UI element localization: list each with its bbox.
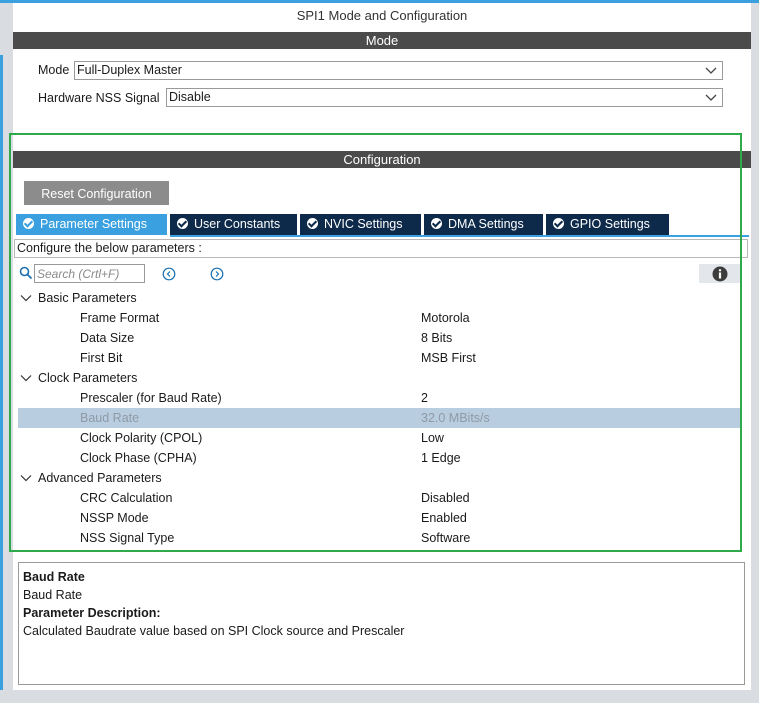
window-title: SPI1 Mode and Configuration xyxy=(296,8,468,23)
left-panel-accent xyxy=(0,55,3,690)
parameter-description-panel: Baud Rate Baud Rate Parameter Descriptio… xyxy=(18,562,745,685)
chevron-down-icon xyxy=(705,94,717,101)
mode-select-value: Full-Duplex Master xyxy=(77,63,182,77)
hardware-nss-label: Hardware NSS Signal xyxy=(38,91,160,105)
hardware-nss-select[interactable]: Disable xyxy=(166,88,723,107)
description-title: Baud Rate xyxy=(23,570,85,584)
right-panel-edge xyxy=(751,3,759,703)
top-accent-line xyxy=(0,0,759,3)
description-param-name: Baud Rate xyxy=(23,588,83,602)
description-section-label: Parameter Description: xyxy=(23,606,161,620)
bottom-scroll-area xyxy=(0,690,759,703)
description-text: Calculated Baudrate value based on SPI C… xyxy=(23,624,405,638)
mode-section-header: Mode xyxy=(13,32,751,49)
chevron-down-icon xyxy=(705,67,717,74)
mode-select[interactable]: Full-Duplex Master xyxy=(74,61,723,80)
mode-label: Mode xyxy=(38,63,70,77)
highlight-frame xyxy=(9,133,742,552)
hardware-nss-select-value: Disable xyxy=(169,90,211,104)
